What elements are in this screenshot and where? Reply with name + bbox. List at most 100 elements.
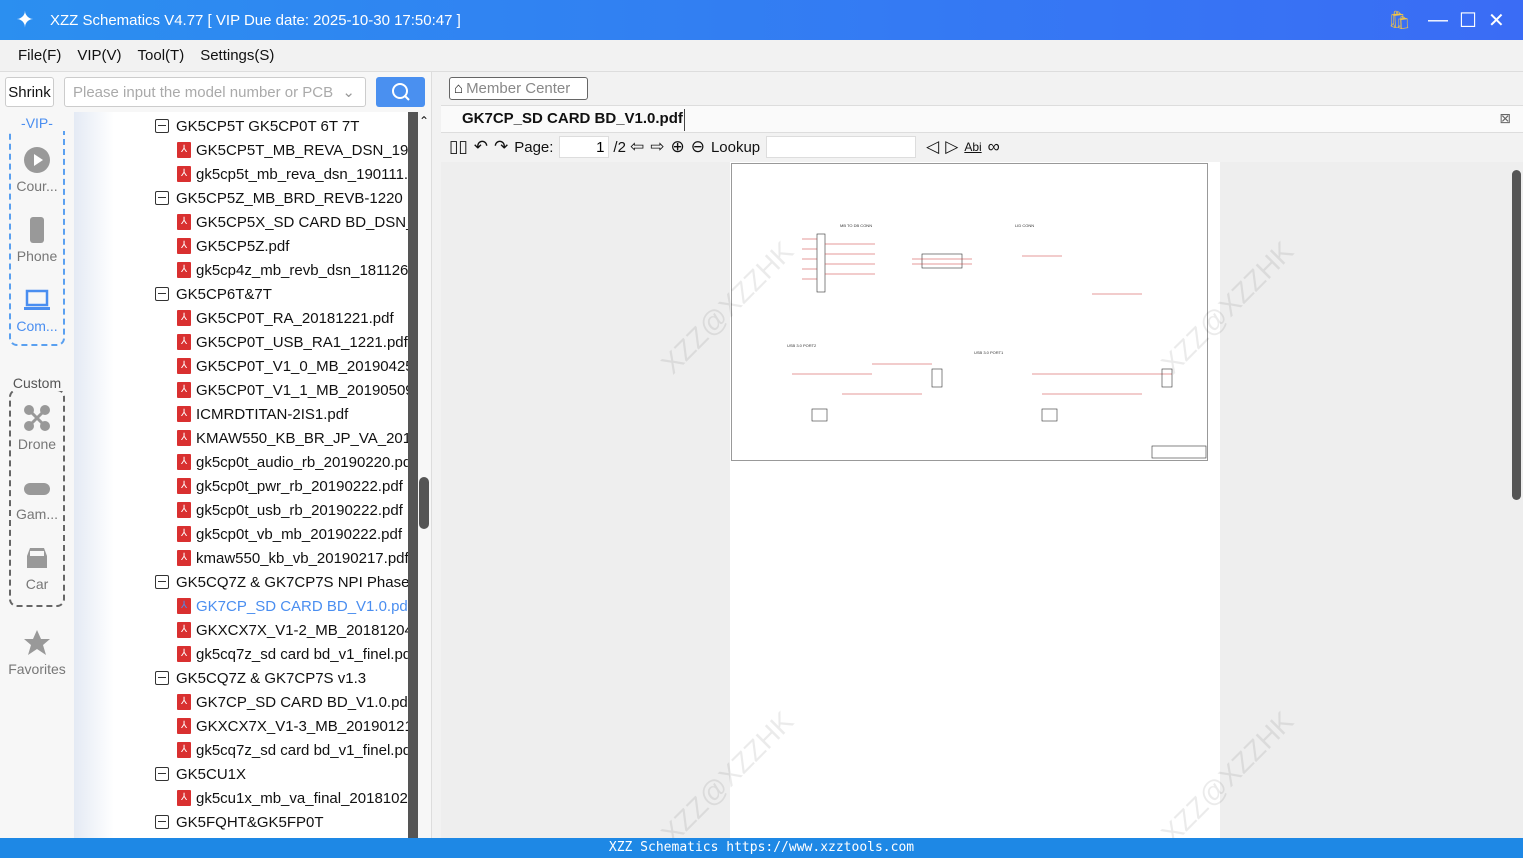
- pdf-file-icon[interactable]: ⅄: [177, 166, 191, 182]
- match-case-icon[interactable]: Abi: [964, 140, 981, 154]
- tree-file[interactable]: ⅄ ICMRDTITAN-2IS1.pdf: [177, 402, 348, 426]
- collapse-icon[interactable]: [155, 575, 169, 589]
- tree-file[interactable]: ⅄ GKXCX7X_V1-3_MB_20190121-F: [177, 714, 408, 738]
- tree-file[interactable]: ⅄ GK5CP0T_USB_RA1_1221.pdf: [177, 330, 408, 354]
- pdf-file-icon[interactable]: ⅄: [177, 382, 191, 398]
- zoom-out-icon[interactable]: ⊖: [691, 137, 705, 157]
- vip-bag-icon[interactable]: 🛍: [1388, 0, 1411, 40]
- tree-file[interactable]: ⅄ GK5CP5T_MB_REVA_DSN_19010: [177, 138, 408, 162]
- menu-vip[interactable]: VIP(V): [77, 47, 121, 64]
- tree-file[interactable]: ⅄ GK5CP5X_SD CARD BD_DSN_V1: [177, 210, 408, 234]
- tree-file[interactable]: ⅄ GKXCX7X_V1-2_MB_20181204-F: [177, 618, 408, 642]
- zoom-in-icon[interactable]: ⊕: [670, 137, 684, 157]
- sidebar-item-computer[interactable]: Com...: [0, 286, 74, 334]
- two-page-icon[interactable]: ▯▯: [449, 137, 468, 157]
- pdf-file-icon[interactable]: ⅄: [177, 790, 191, 806]
- tree-folder[interactable]: GK5CQ7Z & GK7CP7S NPI Phase: [155, 570, 408, 594]
- tree-file[interactable]: ⅄ GK5CP0T_RA_20181221.pdf: [177, 306, 394, 330]
- tree-file[interactable]: ⅄ kmaw550_kb_vb_20190217.pdf: [177, 546, 408, 570]
- menu-settings[interactable]: Settings(S): [200, 47, 274, 64]
- close-button[interactable]: ✕: [1488, 0, 1505, 40]
- collapse-icon[interactable]: [155, 767, 169, 781]
- tree-file[interactable]: ⅄ gk5cp0t_pwr_rb_20190222.pdf: [177, 474, 403, 498]
- pdf-file-icon[interactable]: ⅄: [177, 358, 191, 374]
- sidebar-item-course[interactable]: Cour...: [0, 146, 74, 194]
- pdf-file-icon[interactable]: ⅄: [177, 262, 191, 278]
- pdf-file-icon[interactable]: ⅄: [177, 622, 191, 638]
- sidebar-item-drone[interactable]: Drone: [0, 404, 74, 452]
- pdf-file-icon[interactable]: ⅄: [177, 214, 191, 230]
- tree-file[interactable]: ⅄ GK7CP_SD CARD BD_V1.0.pdf: [177, 594, 408, 618]
- tree-file[interactable]: ⅄ gk5cq7z_sd card bd_v1_finel.pd: [177, 642, 408, 666]
- menu-tool[interactable]: Tool(T): [138, 47, 185, 64]
- tree-file[interactable]: ⅄ GK5CP0T_V1_1_MB_20190509.PI: [177, 378, 408, 402]
- maximize-button[interactable]: ☐: [1459, 0, 1477, 40]
- menu-file[interactable]: File(F): [18, 47, 61, 64]
- tree-file[interactable]: ⅄ GK5CP5Z.pdf: [177, 234, 289, 258]
- pdf-file-icon[interactable]: ⅄: [177, 406, 191, 422]
- find-next-icon[interactable]: ▷: [945, 137, 958, 157]
- pdf-file-icon[interactable]: ⅄: [177, 718, 191, 734]
- pdf-file-icon[interactable]: ⅄: [177, 694, 191, 710]
- collapse-icon[interactable]: [155, 119, 169, 133]
- tree-folder[interactable]: GK5FQHT&GK5FP0T: [155, 810, 324, 834]
- page-input[interactable]: [559, 136, 610, 158]
- pdf-file-icon[interactable]: ⅄: [177, 238, 191, 254]
- tree-file[interactable]: ⅄ gk5cp0t_vb_mb_20190222.pdf: [177, 522, 402, 546]
- tree-file[interactable]: ⅄ gk5cq7z_sd card bd_v1_finel.pd: [177, 738, 408, 762]
- pdf-file-icon[interactable]: ⅄: [177, 454, 191, 470]
- minimize-button[interactable]: —: [1428, 0, 1448, 40]
- close-tab-icon[interactable]: ⊠: [1499, 110, 1511, 127]
- tree-file[interactable]: ⅄ gk5cp5t_mb_reva_dsn_190111.p: [177, 162, 408, 186]
- sidebar-item-phone[interactable]: Phone: [0, 216, 74, 264]
- pdf-file-icon[interactable]: ⅄: [177, 550, 191, 566]
- find-prev-icon[interactable]: ◁: [926, 137, 939, 157]
- tree-file[interactable]: ⅄ gk5cp0t_usb_rb_20190222.pdf: [177, 498, 403, 522]
- scroll-up-icon[interactable]: ⌃: [419, 114, 429, 128]
- sidebar-item-game[interactable]: Gam...: [0, 474, 74, 522]
- tree-file[interactable]: ⅄ gk5cu1x_mb_va_final_20181026: [177, 786, 408, 810]
- collapse-icon[interactable]: [155, 191, 169, 205]
- document-tab[interactable]: GK7CP_SD CARD BD_V1.0.pdf ⊠: [441, 105, 1523, 133]
- search-button[interactable]: [376, 77, 425, 107]
- lookup-input[interactable]: [766, 136, 917, 158]
- prev-page-icon[interactable]: ⇦: [630, 137, 644, 157]
- pdf-file-icon[interactable]: ⅄: [177, 598, 191, 614]
- pdf-file-icon[interactable]: ⅄: [177, 646, 191, 662]
- binoculars-icon[interactable]: ∞: [988, 137, 1000, 157]
- pdf-viewport[interactable]: MB TO DB CONN LID CONN USB 3.0 PORT2 USB…: [441, 162, 1523, 838]
- tree-folder[interactable]: GK5CQ7Z & GK7CP7S v1.3: [155, 666, 366, 690]
- pdf-file-icon[interactable]: ⅄: [177, 526, 191, 542]
- model-search-input[interactable]: Please input the model number or PCB ⌄: [64, 77, 366, 107]
- rotate-right-icon[interactable]: ↷: [494, 137, 508, 157]
- pdf-file-icon[interactable]: ⅄: [177, 742, 191, 758]
- tree-folder[interactable]: GK5CP5T GK5CP0T 6T 7T: [155, 114, 359, 138]
- rotate-left-icon[interactable]: ↶: [474, 137, 488, 157]
- pdf-file-icon[interactable]: ⅄: [177, 334, 191, 350]
- tree-folder[interactable]: GK5CP5Z_MB_BRD_REVB-1220: [155, 186, 403, 210]
- tree-file[interactable]: ⅄ GK7CP_SD CARD BD_V1.0.pdf: [177, 690, 408, 714]
- tree-file[interactable]: ⅄ gk5cp0t_audio_rb_20190220.pd: [177, 450, 408, 474]
- collapse-icon[interactable]: [155, 287, 169, 301]
- shrink-button[interactable]: Shrink: [5, 77, 54, 107]
- pdf-file-icon[interactable]: ⅄: [177, 430, 191, 446]
- pdf-file-icon[interactable]: ⅄: [177, 502, 191, 518]
- viewer-scrollbar[interactable]: [1512, 170, 1521, 500]
- tree-folder[interactable]: GK5CU1X: [155, 762, 246, 786]
- tree-file[interactable]: ⅄ GK5CP0T_V1_0_MB_20190425.PI: [177, 354, 408, 378]
- panel-scroll-thumb[interactable]: [419, 477, 429, 529]
- pdf-file-icon[interactable]: ⅄: [177, 478, 191, 494]
- sidebar-item-favorites[interactable]: Favorites: [0, 629, 74, 677]
- tree-file[interactable]: ⅄ KMAW550_KB_BR_JP_VA_20190: [177, 426, 408, 450]
- tree-scrollbar[interactable]: [408, 112, 418, 838]
- member-center-button[interactable]: ⌂ Member Center: [449, 77, 588, 100]
- sidebar-item-car[interactable]: Car: [0, 544, 74, 592]
- tree-file[interactable]: ⅄ gk5cp4z_mb_revb_dsn_181126.p: [177, 258, 408, 282]
- pdf-file-icon[interactable]: ⅄: [177, 310, 191, 326]
- tree-folder[interactable]: GK5CP6T&7T: [155, 282, 272, 306]
- collapse-icon[interactable]: [155, 671, 169, 685]
- pdf-file-icon[interactable]: ⅄: [177, 142, 191, 158]
- next-page-icon[interactable]: ⇨: [650, 137, 664, 157]
- collapse-icon[interactable]: [155, 815, 169, 829]
- chevron-down-icon[interactable]: ⌄: [342, 83, 355, 101]
